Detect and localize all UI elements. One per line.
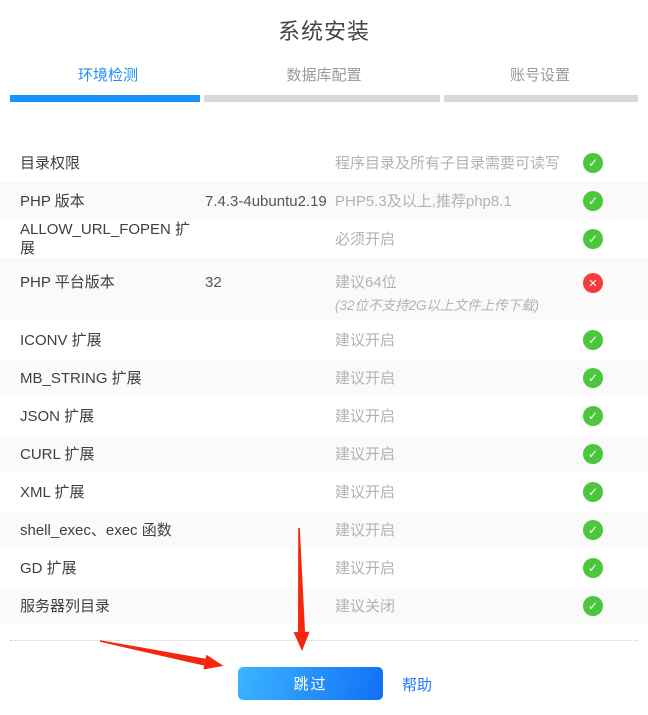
check-item-requirement: 建议开启 [335, 331, 583, 350]
check-row: ICONV 扩展 建议开启 ✓ [0, 321, 648, 359]
check-row: MB_STRING 扩展 建议开启 ✓ [0, 359, 648, 397]
progress-segment-inactive [444, 95, 638, 102]
check-row: ALLOW_URL_FOPEN 扩展 必须开启 ✓ [0, 220, 648, 258]
check-item-name: shell_exec、exec 函数 [20, 521, 205, 540]
progress-segment-active [10, 95, 200, 102]
requirement-text: 建议64位 [335, 273, 583, 292]
tab-account-settings[interactable]: 账号设置 [432, 66, 648, 86]
requirement-text: 建议开启 [335, 521, 583, 540]
check-row: 目录权限 程序目录及所有子目录需要可读写 ✓ [0, 144, 648, 182]
check-row: CURL 扩展 建议开启 ✓ [0, 435, 648, 473]
check-item-requirement: 建议64位 (32位不支持2G以上文件上传下载) [335, 273, 583, 315]
check-item-name: ALLOW_URL_FOPEN 扩展 [20, 220, 205, 258]
check-ok-icon: ✓ [583, 520, 603, 540]
check-item-name: CURL 扩展 [20, 445, 205, 464]
check-row: GD 扩展 建议开启 ✓ [0, 549, 648, 587]
status-icon-cell: ✓ [583, 153, 603, 173]
check-item-value: 7.4.3-4ubuntu2.19 [205, 192, 335, 211]
check-item-name: JSON 扩展 [20, 407, 205, 426]
status-icon-cell: ✓ [583, 596, 603, 616]
requirement-text: PHP5.3及以上,推荐php8.1 [335, 192, 583, 211]
check-ok-icon: ✓ [583, 229, 603, 249]
check-ok-icon: ✓ [583, 368, 603, 388]
check-item-requirement: 建议开启 [335, 521, 583, 540]
check-item-name: GD 扩展 [20, 559, 205, 578]
check-ok-icon: ✓ [583, 191, 603, 211]
help-link[interactable]: 帮助 [402, 674, 432, 695]
footer-actions: 跳过 帮助 [0, 641, 648, 715]
check-row: 服务器列目录 建议关闭 ✓ [0, 587, 648, 625]
requirement-text: 建议开启 [335, 483, 583, 502]
check-ok-icon: ✓ [583, 482, 603, 502]
status-icon-cell: ✓ [583, 444, 603, 464]
check-row: PHP 平台版本 32 建议64位 (32位不支持2G以上文件上传下载) ✕ [0, 258, 648, 321]
check-item-name: PHP 版本 [20, 192, 205, 211]
check-row: XML 扩展 建议开启 ✓ [0, 473, 648, 511]
check-item-name: PHP 平台版本 [20, 273, 205, 292]
requirement-text: 建议关闭 [335, 597, 583, 616]
status-icon-cell: ✓ [583, 229, 603, 249]
check-ok-icon: ✓ [583, 596, 603, 616]
requirement-text: 必须开启 [335, 230, 583, 249]
requirement-note: (32位不支持2G以上文件上传下载) [335, 297, 583, 315]
check-item-name: 目录权限 [20, 154, 205, 173]
tab-database-config[interactable]: 数据库配置 [216, 66, 432, 86]
status-icon-cell: ✓ [583, 558, 603, 578]
check-item-requirement: 建议开启 [335, 369, 583, 388]
check-item-requirement: 建议开启 [335, 445, 583, 464]
check-ok-icon: ✓ [583, 558, 603, 578]
status-icon-cell: ✓ [583, 191, 603, 211]
check-item-requirement: 程序目录及所有子目录需要可读写 [335, 154, 583, 173]
requirement-text: 建议开启 [335, 407, 583, 426]
status-icon-cell: ✓ [583, 330, 603, 350]
check-ok-icon: ✓ [583, 406, 603, 426]
check-ok-icon: ✓ [583, 330, 603, 350]
check-item-value: 32 [205, 273, 335, 292]
check-item-requirement: 必须开启 [335, 230, 583, 249]
status-icon-cell: ✓ [583, 368, 603, 388]
check-item-requirement: 建议开启 [335, 483, 583, 502]
check-item-name: ICONV 扩展 [20, 331, 205, 350]
check-item-requirement: 建议关闭 [335, 597, 583, 616]
step-progress-bar [10, 95, 638, 102]
status-icon-cell: ✓ [583, 482, 603, 502]
tab-environment-check[interactable]: 环境检测 [0, 66, 216, 86]
check-fail-icon: ✕ [583, 273, 603, 293]
check-row: JSON 扩展 建议开启 ✓ [0, 397, 648, 435]
requirement-text: 建议开启 [335, 331, 583, 350]
requirement-text: 程序目录及所有子目录需要可读写 [335, 154, 583, 173]
status-icon-cell: ✕ [583, 273, 603, 293]
requirement-text: 建议开启 [335, 559, 583, 578]
check-row: PHP 版本 7.4.3-4ubuntu2.19 PHP5.3及以上,推荐php… [0, 182, 648, 220]
check-item-requirement: 建议开启 [335, 559, 583, 578]
environment-check-table: 目录权限 程序目录及所有子目录需要可读写 ✓ PHP 版本 7.4.3-4ubu… [0, 144, 648, 625]
check-item-requirement: 建议开启 [335, 407, 583, 426]
check-row: shell_exec、exec 函数 建议开启 ✓ [0, 511, 648, 549]
skip-button[interactable]: 跳过 [238, 667, 383, 700]
page-title: 系统安装 [0, 0, 648, 46]
check-item-requirement: PHP5.3及以上,推荐php8.1 [335, 192, 583, 211]
status-icon-cell: ✓ [583, 406, 603, 426]
step-tabs: 环境检测 数据库配置 账号设置 [0, 66, 648, 86]
requirement-text: 建议开启 [335, 369, 583, 388]
check-ok-icon: ✓ [583, 444, 603, 464]
check-item-name: MB_STRING 扩展 [20, 369, 205, 388]
check-item-name: 服务器列目录 [20, 597, 205, 616]
check-ok-icon: ✓ [583, 153, 603, 173]
requirement-text: 建议开启 [335, 445, 583, 464]
progress-segment-inactive [204, 95, 440, 102]
status-icon-cell: ✓ [583, 520, 603, 540]
check-item-name: XML 扩展 [20, 483, 205, 502]
